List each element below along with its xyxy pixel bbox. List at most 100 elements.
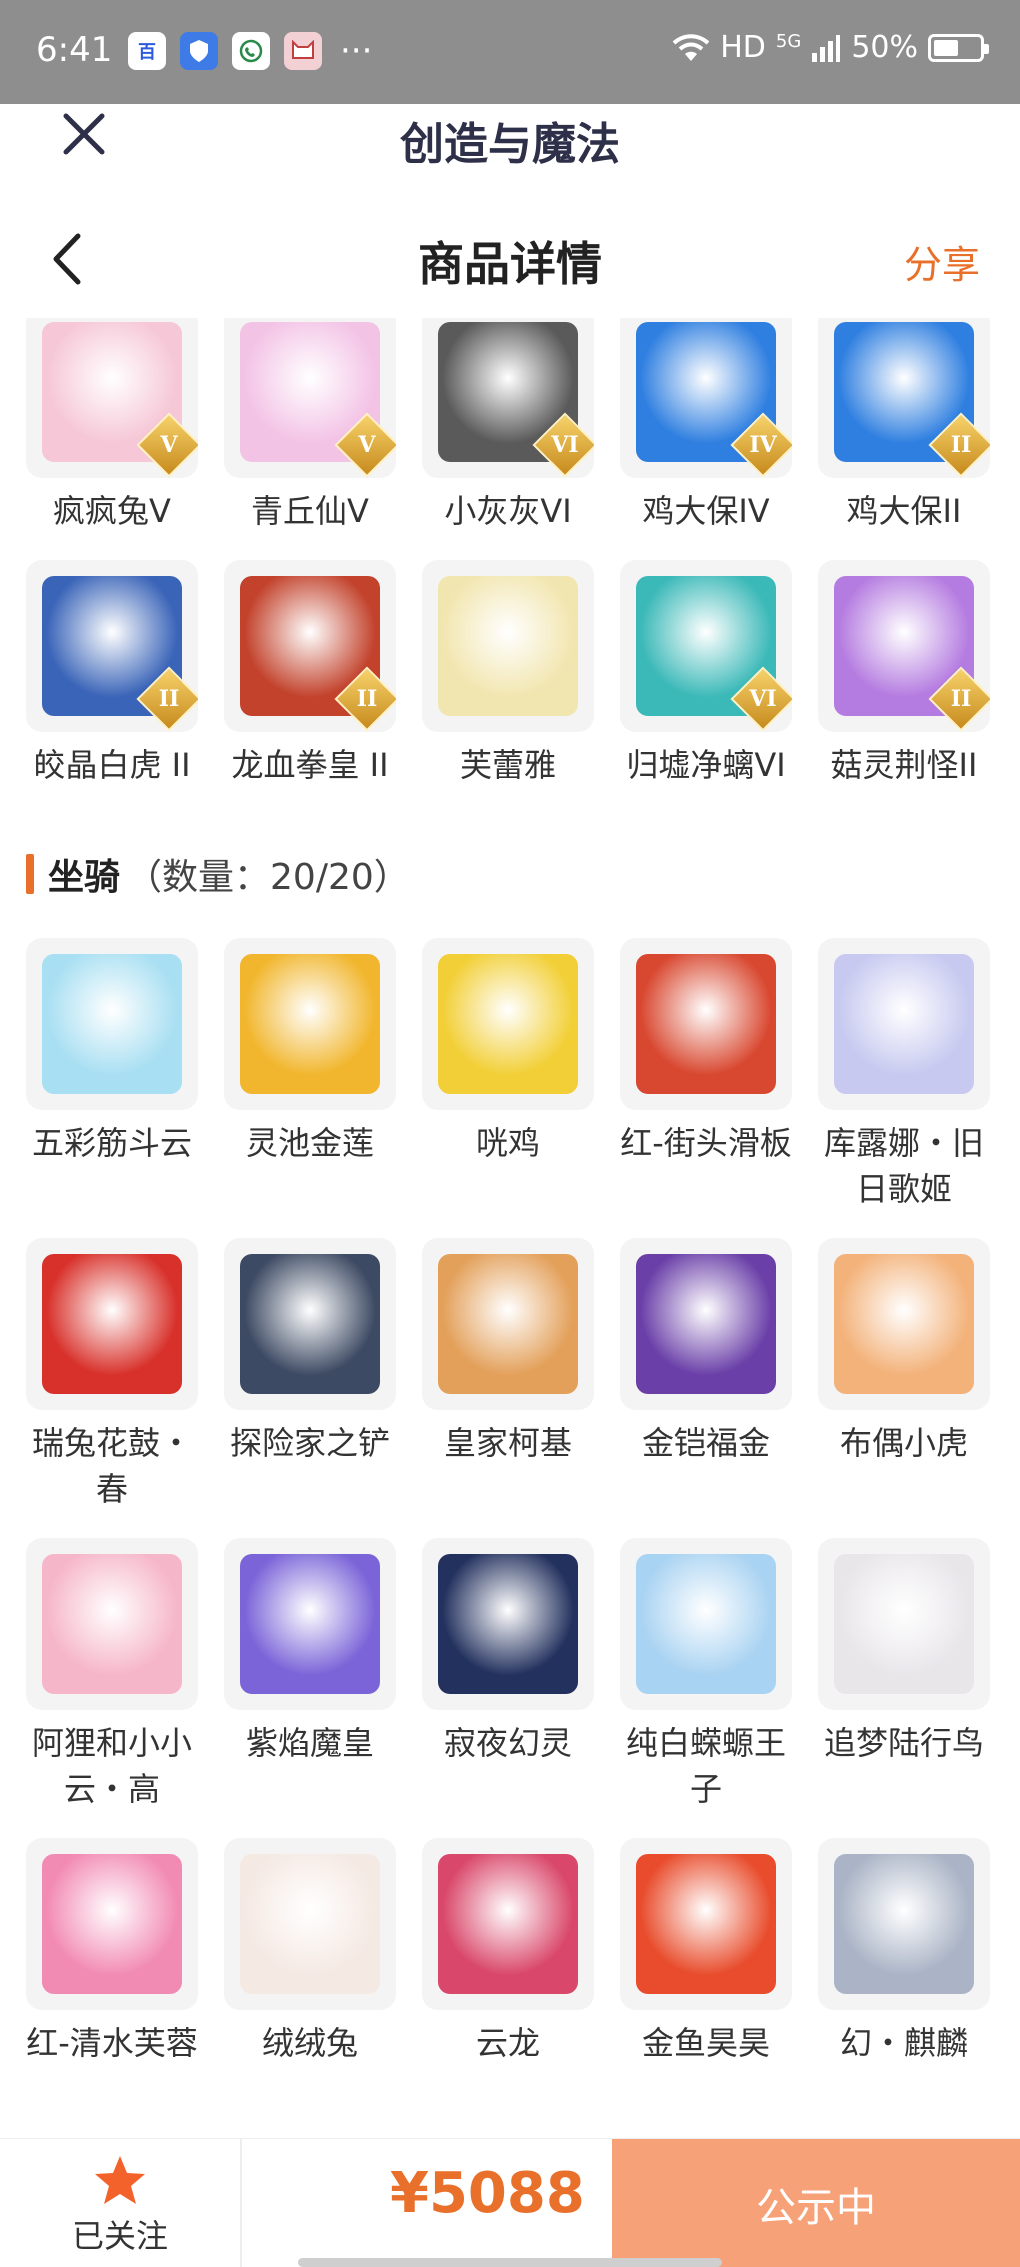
item-thumbnail — [818, 1838, 990, 2010]
mount-item[interactable]: 探险家之铲 — [224, 1238, 396, 1512]
item-thumbnail — [422, 1238, 594, 1410]
mount-item[interactable]: 幻・麒麟 — [818, 1838, 990, 2066]
skin-item[interactable]: VI 归墟净螭VI — [620, 560, 792, 788]
item-image — [42, 1554, 182, 1694]
rank-text: II — [356, 686, 378, 712]
mount-item[interactable]: 咣鸡 — [422, 938, 594, 1212]
item-image — [834, 1854, 974, 1994]
skin-item[interactable]: II 鸡大保II — [818, 318, 990, 534]
notification-icons: 百 ··· — [128, 32, 372, 70]
product-detail-content[interactable]: V 疯疯兔V V 青丘仙V VI 小灰灰VI IV 鸡大保IV II 鸡大保II II 皎晶白虎 II… — [0, 318, 1020, 2138]
item-image — [240, 1854, 380, 1994]
mounts-grid: 五彩筋斗云 灵池金莲 咣鸡 红-街头滑板 库露娜・旧日歌姬瑞兔花鼓・春 探险家之铲 皇家柯基… — [26, 938, 994, 2066]
item-name: 归墟净螭VI — [626, 746, 786, 784]
mount-item[interactable]: 布偶小虎 — [818, 1238, 990, 1512]
item-thumbnail: IV — [620, 318, 792, 478]
item-name: 绒绒兔 — [261, 2024, 358, 2062]
rank-text: VI — [551, 432, 579, 458]
item-name: 云龙 — [475, 2024, 540, 2062]
mount-item[interactable]: 红-街头滑板 — [620, 938, 792, 1212]
item-thumbnail — [224, 1538, 396, 1710]
rank-text: V — [358, 432, 376, 458]
item-thumbnail — [818, 1538, 990, 1710]
item-name: 金铠福金 — [641, 1424, 770, 1462]
item-image — [438, 954, 578, 1094]
item-image — [636, 1854, 776, 1994]
item-thumbnail — [620, 938, 792, 1110]
mount-item[interactable]: 灵池金莲 — [224, 938, 396, 1212]
bottom-action-bar: 已关注 ¥5088 公示中 — [0, 2138, 1020, 2267]
status-button[interactable]: 公示中 — [612, 2139, 1020, 2267]
item-name: 金鱼昊昊 — [641, 2024, 770, 2062]
item-thumbnail: VI — [620, 560, 792, 732]
baidu-icon: 百 — [128, 32, 166, 70]
mount-item[interactable]: 五彩筋斗云 — [26, 938, 198, 1212]
item-thumbnail — [224, 1838, 396, 2010]
mount-item[interactable]: 云龙 — [422, 1838, 594, 2066]
item-name: 龙血拳皇 II — [231, 746, 389, 784]
skin-item[interactable]: V 疯疯兔V — [26, 318, 198, 534]
mount-item[interactable]: 寂夜幻灵 — [422, 1538, 594, 1812]
rank-text: VI — [749, 686, 777, 712]
item-thumbnail: II — [26, 560, 198, 732]
item-name: 红-街头滑板 — [620, 1124, 792, 1162]
item-name: 探险家之铲 — [229, 1424, 390, 1462]
item-name: 芙蕾雅 — [459, 746, 556, 784]
home-indicator[interactable] — [298, 2258, 722, 2267]
mount-item[interactable]: 紫焰魔皇 — [224, 1538, 396, 1812]
item-name: 紫焰魔皇 — [245, 1724, 374, 1762]
item-thumbnail — [26, 938, 198, 1110]
item-image — [834, 954, 974, 1094]
share-button[interactable]: 分享 — [904, 234, 980, 289]
more-notifications-icon: ··· — [340, 31, 373, 71]
item-image — [438, 1854, 578, 1994]
mount-item[interactable]: 皇家柯基 — [422, 1238, 594, 1512]
item-thumbnail: II — [818, 560, 990, 732]
item-image — [438, 1554, 578, 1694]
follow-label: 已关注 — [71, 2217, 168, 2255]
mount-item[interactable]: 红-清水芙蓉 — [26, 1838, 198, 2066]
rank-text: IV — [749, 432, 777, 458]
section-count: （数量：20/20） — [126, 857, 410, 898]
item-thumbnail — [620, 1538, 792, 1710]
skin-item[interactable]: II 皎晶白虎 II — [26, 560, 198, 788]
item-name: 瑞兔花鼓・春 — [31, 1424, 192, 1508]
mount-item[interactable]: 绒绒兔 — [224, 1838, 396, 2066]
item-name: 寂夜幻灵 — [443, 1724, 572, 1762]
skins-grid: V 疯疯兔V V 青丘仙V VI 小灰灰VI IV 鸡大保IV II 鸡大保II II 皎晶白虎 II… — [26, 318, 994, 788]
mount-item[interactable]: 阿狸和小小云・高 — [26, 1538, 198, 1812]
mount-item[interactable]: 金鱼昊昊 — [620, 1838, 792, 2066]
item-name: 阿狸和小小云・高 — [31, 1724, 192, 1808]
item-name: 青丘仙V — [251, 492, 369, 530]
phone-icon — [232, 32, 270, 70]
status-time: 6:41 — [36, 30, 113, 70]
wifi-icon — [672, 33, 710, 61]
item-name: 五彩筋斗云 — [31, 1124, 192, 1162]
item-thumbnail — [818, 938, 990, 1110]
status-right: HD 5G 50% — [672, 30, 989, 65]
signal-label: 5G — [775, 31, 802, 52]
mount-item[interactable]: 追梦陆行鸟 — [818, 1538, 990, 1812]
item-thumbnail: II — [224, 560, 396, 732]
item-name: 追梦陆行鸟 — [823, 1724, 984, 1762]
rank-text: V — [160, 432, 178, 458]
skin-item[interactable]: IV 鸡大保IV — [620, 318, 792, 534]
skin-item[interactable]: II 菇灵荆怪II — [818, 560, 990, 788]
skin-item[interactable]: II 龙血拳皇 II — [224, 560, 396, 788]
shield-icon — [180, 32, 218, 70]
mount-item[interactable]: 金铠福金 — [620, 1238, 792, 1512]
rank-text: II — [950, 686, 972, 712]
item-thumbnail — [620, 1238, 792, 1410]
status-bar: 6:41 百 ··· HD 5G 50% — [0, 0, 1020, 104]
mount-item[interactable]: 瑞兔花鼓・春 — [26, 1238, 198, 1512]
skin-item[interactable]: V 青丘仙V — [224, 318, 396, 534]
item-name: 咣鸡 — [475, 1124, 540, 1162]
item-image — [438, 576, 578, 716]
follow-button[interactable]: 已关注 — [0, 2139, 242, 2267]
item-thumbnail — [620, 1838, 792, 2010]
skin-item[interactable]: VI 小灰灰VI — [422, 318, 594, 534]
item-thumbnail — [224, 1238, 396, 1410]
skin-item[interactable]: 芙蕾雅 — [422, 560, 594, 788]
mount-item[interactable]: 库露娜・旧日歌姬 — [818, 938, 990, 1212]
mount-item[interactable]: 纯白蝾螈王子 — [620, 1538, 792, 1812]
